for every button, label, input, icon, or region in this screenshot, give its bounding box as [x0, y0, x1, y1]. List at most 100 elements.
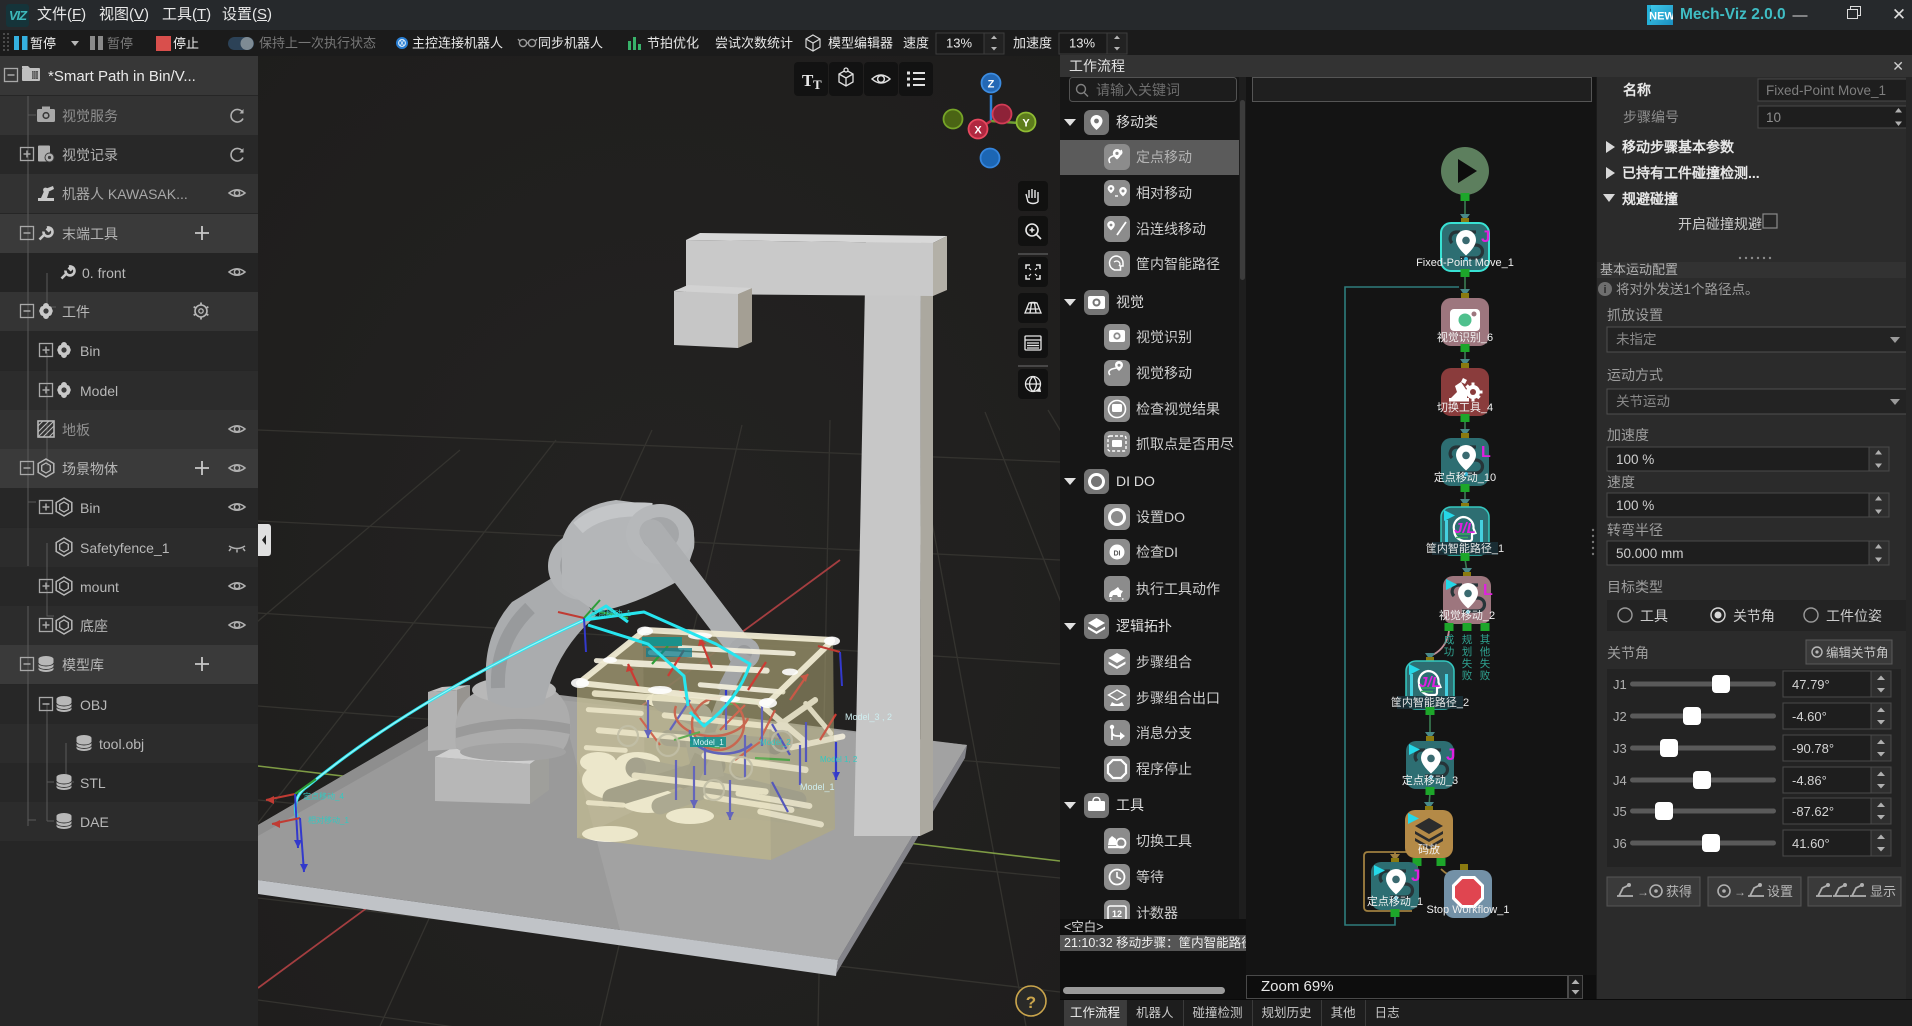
svg-text:开启碰撞规避: 开启碰撞规避	[1678, 216, 1762, 232]
svg-text:抓取点是否用尽: 抓取点是否用尽	[1136, 436, 1234, 452]
svg-text:0. front: 0. front	[82, 265, 126, 281]
svg-text:J: J	[1446, 745, 1455, 764]
svg-text:J3: J3	[1613, 741, 1627, 756]
svg-text:筐内智能路径_1: 筐内智能路径_1	[1426, 541, 1504, 555]
svg-text:沿连线移动: 沿连线移动	[1136, 221, 1206, 237]
svg-text:停止: 停止	[173, 36, 199, 51]
svg-text:同步机器人: 同步机器人	[538, 36, 603, 51]
svg-text:Z: Z	[988, 79, 995, 91]
svg-text:视觉移动: 视觉移动	[1136, 365, 1192, 381]
svg-text:检查DI: 检查DI	[1136, 544, 1178, 560]
svg-text:逻辑拓扑: 逻辑拓扑	[1116, 618, 1172, 634]
svg-text:检查视觉结果: 检查视觉结果	[1136, 401, 1220, 417]
svg-text:获得: 获得	[1666, 884, 1692, 899]
svg-text:机器人 KAWASAK...: 机器人 KAWASAK...	[62, 186, 188, 202]
svg-text:Model 1, 2: Model 1, 2	[820, 755, 858, 764]
svg-text:?: ?	[1026, 993, 1036, 1012]
svg-text:底座: 底座	[80, 618, 108, 634]
svg-text:抓放设置: 抓放设置	[1607, 307, 1663, 323]
svg-text:功: 功	[1444, 646, 1455, 658]
svg-text:其: 其	[1480, 634, 1491, 646]
svg-text:步骤组合: 步骤组合	[1136, 654, 1192, 670]
svg-text:计数器: 计数器	[1136, 905, 1178, 919]
svg-text:J: J	[1481, 227, 1490, 246]
svg-text:Fixed-Point Move_1: Fixed-Point Move_1	[1416, 257, 1514, 269]
svg-text:视觉: 视觉	[1116, 294, 1144, 310]
svg-text:-87.62°: -87.62°	[1792, 804, 1834, 819]
svg-text:J4: J4	[1613, 773, 1627, 788]
svg-text:等待: 等待	[1136, 869, 1164, 885]
svg-text:速度: 速度	[1607, 474, 1635, 490]
svg-text:OBJ: OBJ	[80, 697, 107, 713]
svg-text:成: 成	[1444, 634, 1455, 646]
svg-text:mount: mount	[80, 579, 119, 595]
svg-text:Fixed-Point Move_1: Fixed-Point Move_1	[1766, 83, 1886, 98]
svg-text:名称: 名称	[1623, 82, 1651, 98]
svg-text:失: 失	[1480, 657, 1491, 670]
svg-text:J: J	[1411, 866, 1420, 885]
svg-text:步骤编号: 步骤编号	[1623, 109, 1679, 125]
svg-text:J2: J2	[1613, 709, 1627, 724]
svg-text:Bin: Bin	[80, 500, 100, 516]
svg-text:关节角: 关节角	[1733, 608, 1775, 624]
svg-text:DAE: DAE	[80, 814, 109, 830]
svg-text:T: T	[813, 77, 822, 92]
svg-text:关节角: 关节角	[1607, 645, 1649, 661]
svg-text:步骤组合出口: 步骤组合出口	[1136, 690, 1220, 706]
svg-text:运动方式: 运动方式	[1607, 367, 1663, 383]
svg-text:视觉服务: 视觉服务	[62, 108, 118, 124]
svg-text:程序停止: 程序停止	[1136, 761, 1192, 777]
svg-text:41.60°: 41.60°	[1792, 836, 1830, 851]
svg-text:规: 规	[1462, 633, 1473, 646]
svg-text:筐内智能路径_2: 筐内智能路径_2	[1391, 695, 1469, 709]
svg-text:DI DO: DI DO	[1116, 473, 1155, 489]
svg-text:尝试次数统计: 尝试次数统计	[715, 36, 793, 51]
svg-text:X: X	[974, 125, 982, 137]
svg-text:未指定: 未指定	[1616, 332, 1657, 347]
svg-text:NEW: NEW	[1649, 11, 1673, 23]
svg-text:加速度: 加速度	[1013, 36, 1052, 51]
svg-text:设置DO: 设置DO	[1136, 509, 1185, 525]
svg-text:Model_3 , 2: Model_3 , 2	[845, 712, 892, 722]
svg-text:tool.obj: tool.obj	[99, 736, 144, 752]
svg-text:-4.60°: -4.60°	[1792, 709, 1827, 724]
svg-text:暂停: 暂停	[30, 36, 56, 51]
svg-text:设置: 设置	[1767, 884, 1793, 899]
svg-text:Model: Model	[80, 383, 118, 399]
svg-text:Model_1: Model_1	[693, 738, 724, 747]
svg-text:J6: J6	[1613, 836, 1627, 851]
svg-text:工件: 工件	[62, 304, 90, 320]
svg-text:定点移动: 定点移动	[1136, 149, 1192, 165]
svg-text:L: L	[1481, 444, 1491, 461]
svg-text:节拍优化: 节拍优化	[647, 36, 699, 51]
svg-text:关节运动: 关节运动	[1616, 394, 1670, 409]
svg-text:100 %: 100 %	[1616, 498, 1654, 513]
svg-text:消息分支: 消息分支	[1136, 725, 1192, 741]
svg-text:Model_1: Model_1	[800, 782, 835, 792]
svg-text:基本运动配置: 基本运动配置	[1600, 262, 1678, 277]
svg-text:相对移动: 相对移动	[1136, 185, 1192, 201]
svg-text:移动类: 移动类	[1116, 114, 1158, 130]
svg-text:转弯半径: 转弯半径	[1607, 522, 1663, 538]
svg-text:视觉识别_6: 视觉识别_6	[1437, 330, 1493, 344]
svg-text:地板: 地板	[62, 422, 90, 438]
svg-text:工件位姿: 工件位姿	[1826, 608, 1882, 624]
svg-text:→: →	[1637, 885, 1649, 899]
svg-text:Y: Y	[1022, 118, 1030, 130]
svg-text:L: L	[1483, 582, 1493, 599]
svg-text:47.79°: 47.79°	[1792, 677, 1830, 692]
svg-text:主控连接机器人: 主控连接机器人	[412, 36, 503, 51]
svg-text:显示: 显示	[1870, 884, 1896, 899]
svg-text:DI: DI	[1114, 551, 1121, 558]
svg-text:筐内智能路径: 筐内智能路径	[1136, 256, 1220, 272]
svg-text:执行工具动作: 执行工具动作	[1136, 581, 1220, 597]
svg-text:切换工具_4: 切换工具_4	[1437, 400, 1493, 414]
svg-text:败: 败	[1480, 669, 1491, 682]
svg-text:编辑关节角: 编辑关节角	[1826, 645, 1889, 660]
svg-text:模型编辑器: 模型编辑器	[828, 36, 893, 51]
svg-text:13%: 13%	[946, 36, 972, 51]
svg-text:12: 12	[1112, 909, 1122, 919]
svg-text:10: 10	[1766, 110, 1781, 125]
svg-text:移动步骤基本参数: 移动步骤基本参数	[1622, 139, 1735, 155]
svg-text:请输入关键词: 请输入关键词	[1096, 82, 1180, 98]
